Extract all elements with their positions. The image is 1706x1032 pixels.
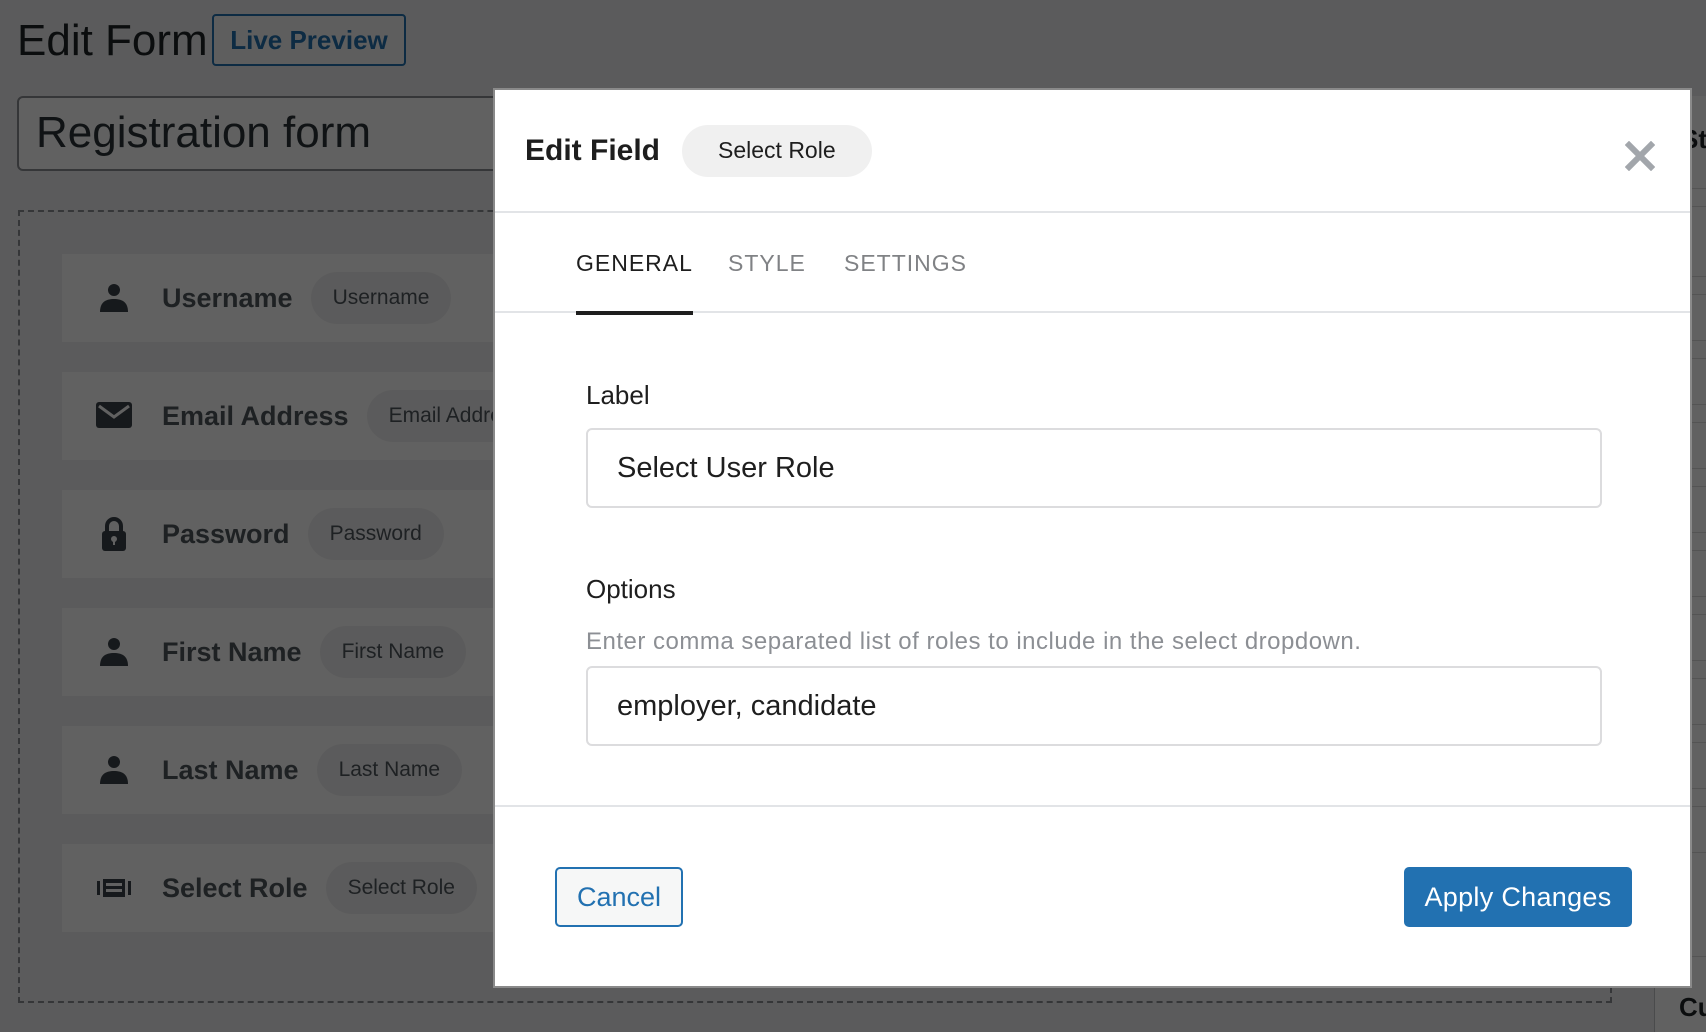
modal-title: Edit Field [525, 133, 660, 167]
apply-changes-button[interactable]: Apply Changes [1404, 867, 1632, 927]
tab-style[interactable]: STYLE [728, 213, 806, 313]
footer-divider [495, 805, 1690, 807]
edit-field-modal: Edit Field Select Role GENERAL STYLE SET… [493, 88, 1692, 988]
modal-tabs: GENERAL STYLE SETTINGS [495, 213, 1690, 315]
label-field-label: Label [586, 380, 650, 410]
cancel-button[interactable]: Cancel [555, 867, 683, 927]
close-button[interactable] [1620, 136, 1660, 176]
options-field-label: Options [586, 574, 676, 604]
options-input[interactable] [586, 666, 1602, 746]
label-input[interactable] [586, 428, 1602, 508]
modal-header: Edit Field Select Role [495, 90, 1690, 213]
tab-settings[interactable]: SETTINGS [844, 213, 967, 313]
field-type-badge: Select Role [682, 124, 872, 177]
tab-general[interactable]: GENERAL [576, 213, 693, 315]
options-help-text: Enter comma separated list of roles to i… [586, 628, 1362, 655]
close-icon [1625, 141, 1655, 171]
